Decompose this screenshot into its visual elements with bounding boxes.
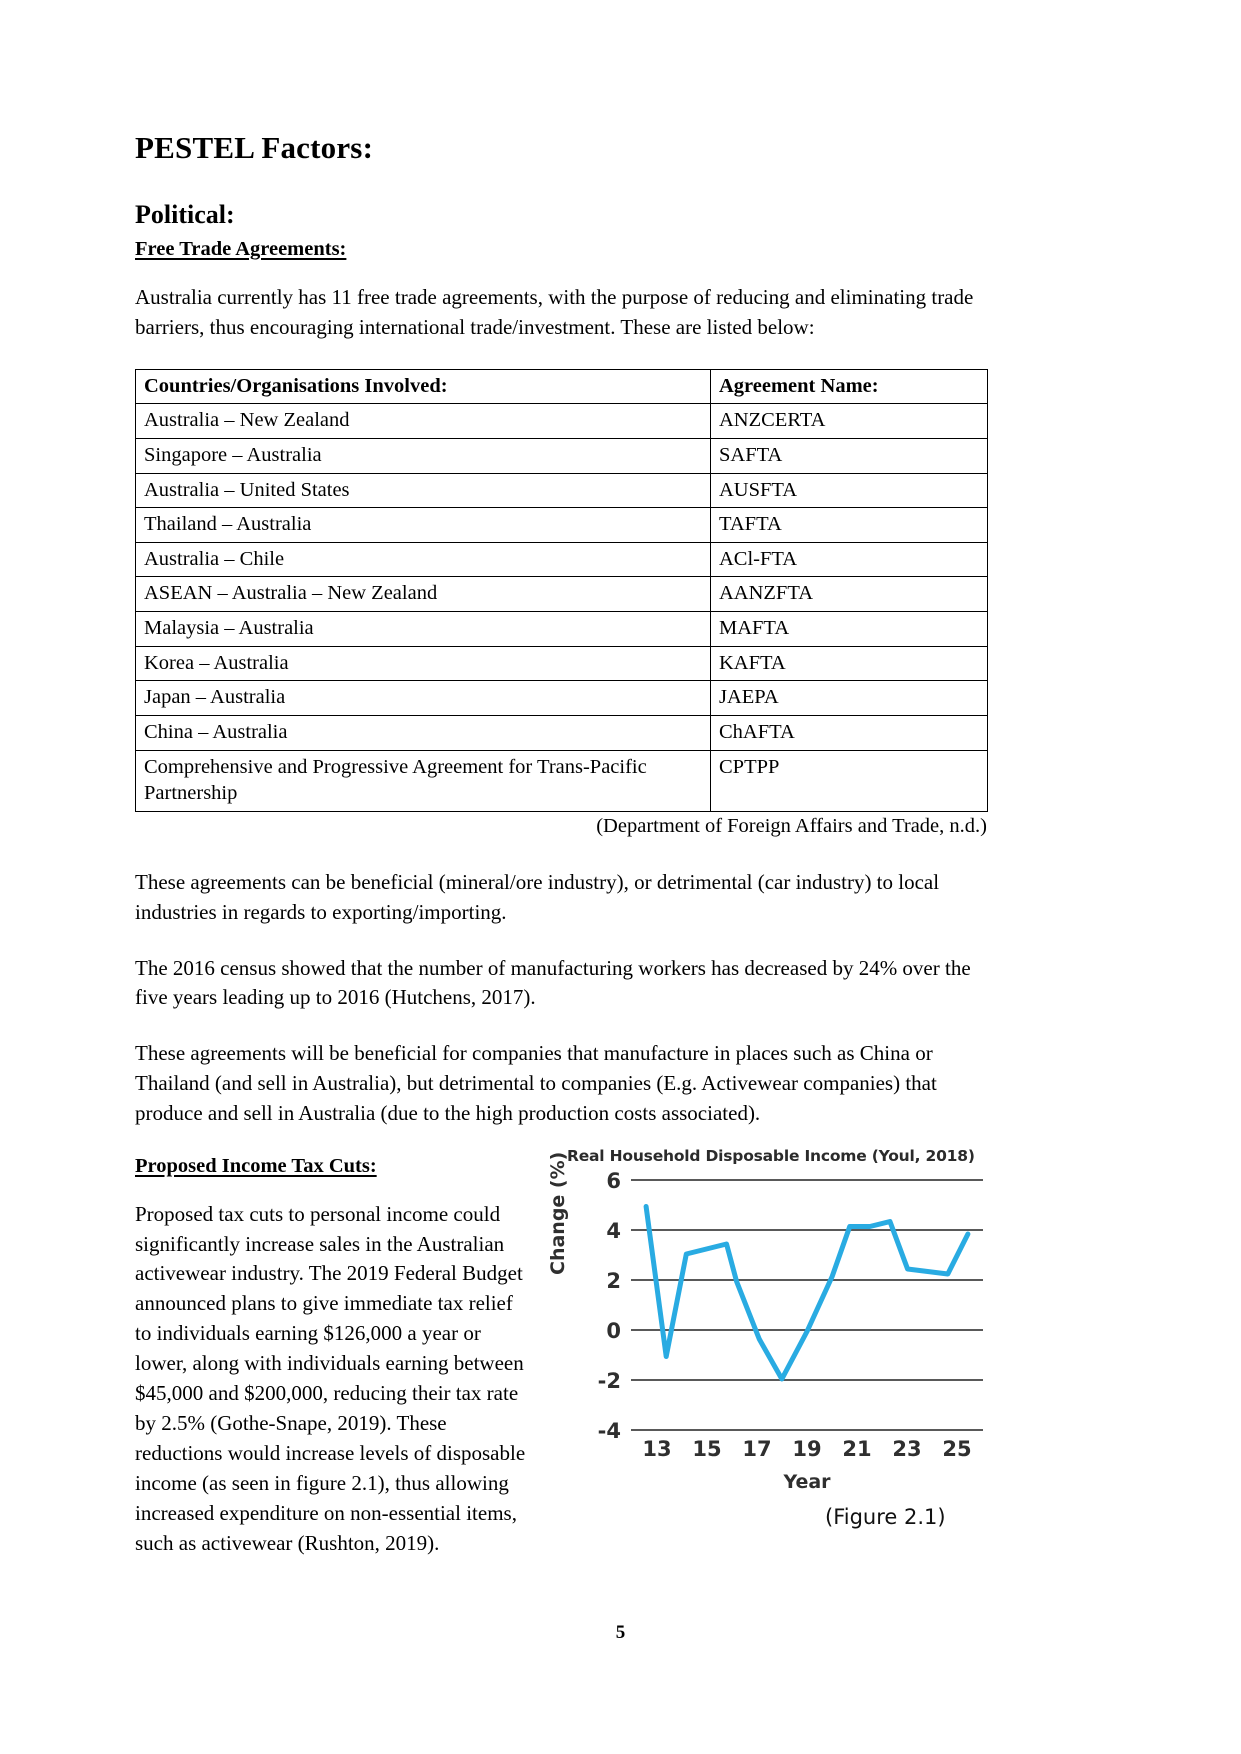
chart-x-tick: 17 bbox=[742, 1436, 772, 1461]
section-heading-political: Political: bbox=[135, 200, 235, 229]
paragraph-fta-intro: Australia currently has 11 free trade ag… bbox=[135, 285, 974, 339]
cell-agreement: CPTPP bbox=[710, 749, 988, 812]
subheading-wrapper: Free Trade Agreements: bbox=[135, 238, 990, 283]
table-row: Thailand – Australia TAFTA bbox=[135, 507, 988, 543]
cell-agreement: AUSFTA bbox=[710, 472, 988, 509]
chart-y-tick: -4 bbox=[597, 1418, 621, 1443]
cell-agreement: ChAFTA bbox=[710, 715, 988, 751]
cell-agreement: KAFTA bbox=[710, 645, 988, 682]
chart-x-tick: 15 bbox=[692, 1436, 722, 1461]
cell-agreement: JAEPA bbox=[710, 680, 988, 717]
gridline bbox=[631, 1428, 983, 1431]
cell-countries: Japan – Australia bbox=[135, 680, 711, 717]
paragraph-census-2016: The 2016 census showed that the number o… bbox=[135, 955, 971, 1010]
cell-countries: China – Australia bbox=[135, 715, 711, 751]
cell-agreement: SAFTA bbox=[710, 437, 988, 474]
cell-agreement: AANZFTA bbox=[710, 576, 988, 613]
table-row: Singapore – Australia SAFTA bbox=[135, 437, 988, 474]
chart-x-tick: 13 bbox=[642, 1436, 672, 1461]
subheading-proposed-income-tax-cuts: Proposed Income Tax Cuts: bbox=[135, 1154, 377, 1177]
chart-y-tick: 2 bbox=[606, 1268, 621, 1293]
table-row: Australia – Chile ACl-FTA bbox=[135, 541, 988, 578]
cell-countries: Australia – United States bbox=[135, 472, 711, 509]
cell-countries: Korea – Australia bbox=[135, 645, 711, 682]
chart-x-tick: 19 bbox=[792, 1436, 822, 1461]
page-content: PESTEL Factors: Political: Free Trade Ag… bbox=[135, 130, 990, 1559]
tax-cuts-and-figure-block: Proposed Income Tax Cuts: Proposed tax c… bbox=[135, 1147, 990, 1559]
figure-caption: (Figure 2.1) bbox=[825, 1504, 946, 1529]
cell-countries: Australia – New Zealand bbox=[135, 403, 711, 439]
free-trade-agreements-table: Countries/Organisations Involved: Agreem… bbox=[135, 368, 988, 812]
subheading-free-trade-agreements: Free Trade Agreements: bbox=[135, 238, 347, 260]
table-row: Australia – New Zealand ANZCERTA bbox=[135, 403, 988, 439]
table-header-row: Countries/Organisations Involved: Agreem… bbox=[135, 368, 988, 405]
subheading-wrapper-tax: Proposed Income Tax Cuts: bbox=[135, 1155, 527, 1200]
chart-x-tick: 25 bbox=[942, 1436, 972, 1461]
cell-countries: Malaysia – Australia bbox=[135, 611, 711, 647]
chart-y-tick: 6 bbox=[606, 1168, 621, 1193]
table-citation: (Department of Foreign Affairs and Trade… bbox=[596, 814, 987, 837]
cell-agreement: ANZCERTA bbox=[710, 403, 988, 439]
page-number: 5 bbox=[615, 1622, 626, 1643]
cell-countries: Comprehensive and Progressive Agreement … bbox=[135, 749, 711, 812]
chart-y-tick: 4 bbox=[606, 1218, 621, 1243]
chart-y-axis-label: Change (%) bbox=[547, 1151, 569, 1275]
column-header-countries: Countries/Organisations Involved: bbox=[135, 368, 711, 405]
paragraph-agreements-impact: These agreements can be beneficial (mine… bbox=[135, 869, 940, 924]
paragraph-manufacturing-offshore: These agreements will be beneficial for … bbox=[135, 1041, 937, 1125]
chart-title: Real Household Disposable Income (Youl, … bbox=[567, 1146, 975, 1165]
table-row: Korea – Australia KAFTA bbox=[135, 645, 988, 682]
cell-agreement: TAFTA bbox=[710, 507, 988, 543]
chart-x-axis-label: Year bbox=[783, 1470, 831, 1493]
tax-cuts-text-column: Proposed Income Tax Cuts: Proposed tax c… bbox=[135, 1155, 527, 1559]
table-row: Malaysia – Australia MAFTA bbox=[135, 611, 988, 647]
table-row: ASEAN – Australia – New Zealand AANZFTA bbox=[135, 576, 988, 613]
table-row: Comprehensive and Progressive Agreement … bbox=[135, 749, 988, 812]
chart-line-series bbox=[643, 1203, 971, 1382]
chart-x-tick: 21 bbox=[842, 1436, 872, 1461]
figure-column: Real Household Disposable Income (Youl, … bbox=[547, 1146, 993, 1529]
cell-countries: Singapore – Australia bbox=[135, 437, 711, 474]
cell-countries: Australia – Chile bbox=[135, 541, 711, 578]
page-title: PESTEL Factors: bbox=[135, 130, 374, 165]
chart-area: Change (%) 6 4 2 0 -2 -4 13 15 17 19 21 … bbox=[547, 1151, 991, 1493]
cell-agreement: MAFTA bbox=[710, 611, 988, 647]
document-page: PESTEL Factors: Political: Free Trade Ag… bbox=[0, 0, 1241, 1754]
chart-x-tick: 23 bbox=[892, 1436, 922, 1461]
cell-countries: Thailand – Australia bbox=[135, 507, 711, 543]
paragraph-tax-cuts: Proposed tax cuts to personal income cou… bbox=[135, 1201, 526, 1555]
table-body: Australia – New Zealand ANZCERTA Singapo… bbox=[135, 403, 988, 812]
cell-countries: ASEAN – Australia – New Zealand bbox=[135, 576, 711, 613]
table-row: Japan – Australia JAEPA bbox=[135, 680, 988, 717]
chart-y-tick: 0 bbox=[606, 1318, 621, 1343]
table-row: China – Australia ChAFTA bbox=[135, 715, 988, 751]
table-row: Australia – United States AUSFTA bbox=[135, 472, 988, 509]
cell-agreement: ACl-FTA bbox=[710, 541, 988, 578]
chart-plot bbox=[631, 1178, 983, 1431]
figure-2-1: Real Household Disposable Income (Youl, … bbox=[547, 1146, 991, 1529]
chart-y-tick: -2 bbox=[597, 1368, 621, 1393]
column-header-agreement: Agreement Name: bbox=[710, 368, 988, 405]
